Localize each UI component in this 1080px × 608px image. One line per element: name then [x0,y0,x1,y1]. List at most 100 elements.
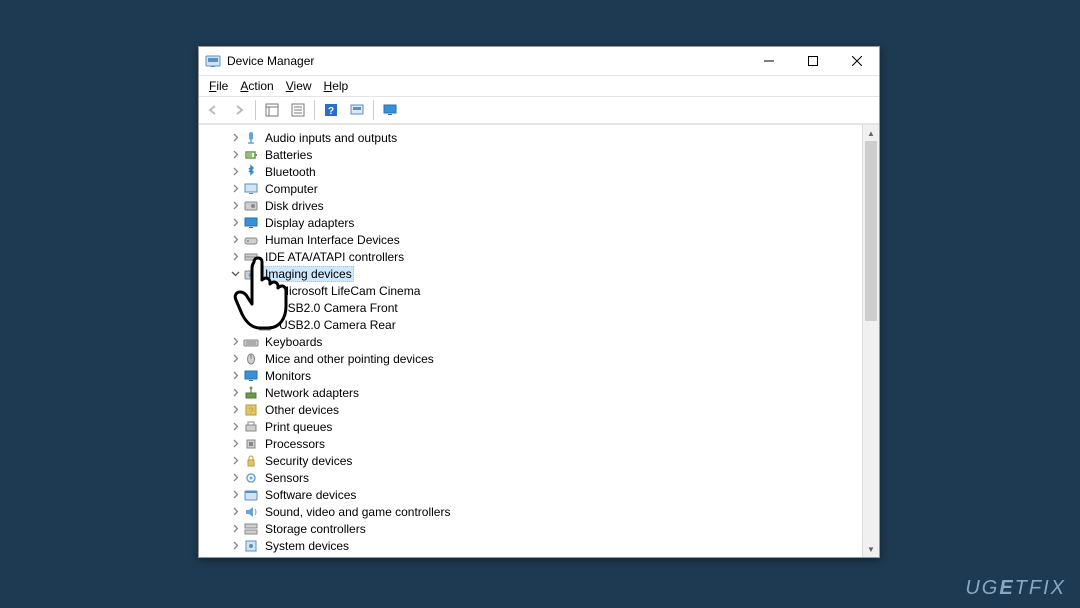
close-button[interactable] [835,47,879,75]
tree-item-label: Print queues [263,420,334,434]
tree-item[interactable]: ?Other devices [219,401,862,418]
device-tree[interactable]: Audio inputs and outputs Batteries Bluetoo… [199,125,862,557]
expand-icon[interactable] [229,489,241,501]
scroll-up-button[interactable]: ▲ [863,125,879,141]
scroll-down-button[interactable]: ▼ [863,541,879,557]
expand-icon[interactable] [229,438,241,450]
tree-item[interactable]: Mice and other pointing devices [219,350,862,367]
ide-icon [243,249,259,265]
expand-icon[interactable] [229,506,241,518]
expand-icon[interactable] [229,234,241,246]
tree-item-label: Computer [263,182,320,196]
tree-item[interactable]: Computer [219,180,862,197]
tree-item-label: Security devices [263,454,354,468]
storage-icon [243,521,259,537]
tree-item-label: Display adapters [263,216,356,230]
disk-icon [243,198,259,214]
tree-child-item[interactable]: USB2.0 Camera Rear [219,316,862,333]
svg-text:?: ? [328,106,334,117]
tree-item[interactable]: Storage controllers [219,520,862,537]
client-area: Audio inputs and outputs Batteries Bluetoo… [199,124,879,557]
forward-button[interactable] [227,98,251,122]
tree-item[interactable]: Bluetooth [219,163,862,180]
help-button[interactable]: ? [319,98,343,122]
tree-item[interactable]: IDE ATA/ATAPI controllers [219,248,862,265]
camera-icon [243,266,259,282]
tree-item[interactable]: Network adapters [219,384,862,401]
tree-item-label: Batteries [263,148,314,162]
tree-item-label: Storage controllers [263,522,368,536]
tree-item[interactable]: Disk drives [219,197,862,214]
tree-item[interactable]: Software devices [219,486,862,503]
tree-item[interactable]: Keyboards [219,333,862,350]
back-button[interactable] [201,98,225,122]
keyboard-icon [243,334,259,350]
properties-button[interactable] [286,98,310,122]
maximize-button[interactable] [791,47,835,75]
tree-item[interactable]: Audio inputs and outputs [219,129,862,146]
menu-view[interactable]: View [280,78,318,94]
tree-item[interactable]: Display adapters [219,214,862,231]
expand-icon[interactable] [229,455,241,467]
system-icon [243,538,259,554]
tree-child-item[interactable]: USB2.0 Camera Front [219,299,862,316]
menu-file[interactable]: File [203,78,234,94]
tree-item-label: Network adapters [263,386,361,400]
camera-icon [257,317,273,333]
tree-item[interactable]: Batteries [219,146,862,163]
expand-icon[interactable] [229,183,241,195]
camera-icon [257,300,273,316]
menu-bar: File Action View Help [199,76,879,97]
battery-icon [243,147,259,163]
expand-icon[interactable] [229,336,241,348]
scan-hardware-button[interactable] [345,98,369,122]
expand-icon[interactable] [229,472,241,484]
tree-item[interactable]: System devices [219,537,862,554]
expand-icon[interactable] [229,166,241,178]
expand-icon[interactable] [229,421,241,433]
expand-icon[interactable] [229,370,241,382]
tree-item-label: Processors [263,437,327,451]
tree-item-label: USB2.0 Camera Front [277,301,400,315]
expand-icon[interactable] [229,200,241,212]
camera-icon [257,283,273,299]
scroll-thumb[interactable] [865,141,877,321]
toolbar: ? [199,97,879,124]
watermark: UGETFIX [965,577,1066,600]
expand-icon[interactable] [229,353,241,365]
tree-child-item[interactable]: Microsoft LifeCam Cinema [219,282,862,299]
tree-item[interactable]: Universal Serial Bus controllers [219,554,862,557]
tree-item-label: Bluetooth [263,165,318,179]
expand-icon[interactable] [229,132,241,144]
software-icon [243,487,259,503]
tree-item[interactable]: Human Interface Devices [219,231,862,248]
tree-item[interactable]: Sound, video and game controllers [219,503,862,520]
expand-icon[interactable] [229,251,241,263]
expand-icon[interactable] [229,149,241,161]
vertical-scrollbar[interactable]: ▲ ▼ [862,125,879,557]
collapse-icon[interactable] [229,268,241,280]
menu-help[interactable]: Help [318,78,355,94]
expand-icon[interactable] [229,557,241,558]
printer-icon [243,419,259,435]
expand-icon[interactable] [229,217,241,229]
tree-item[interactable]: Imaging devices [219,265,862,282]
expand-icon[interactable] [229,404,241,416]
monitor-button[interactable] [378,98,402,122]
tree-item[interactable]: Monitors [219,367,862,384]
tree-item-label: Microsoft LifeCam Cinema [277,284,422,298]
expand-icon[interactable] [229,523,241,535]
tree-item[interactable]: Sensors [219,469,862,486]
minimize-button[interactable] [747,47,791,75]
sound-icon [243,504,259,520]
expand-icon[interactable] [229,387,241,399]
menu-action[interactable]: Action [234,78,279,94]
tree-item[interactable]: Security devices [219,452,862,469]
tree-item-label: Monitors [263,369,313,383]
expand-icon[interactable] [229,540,241,552]
show-hide-tree-button[interactable] [260,98,284,122]
bluetooth-icon [243,164,259,180]
tree-item[interactable]: Processors [219,435,862,452]
tree-item[interactable]: Print queues [219,418,862,435]
cpu-icon [243,436,259,452]
